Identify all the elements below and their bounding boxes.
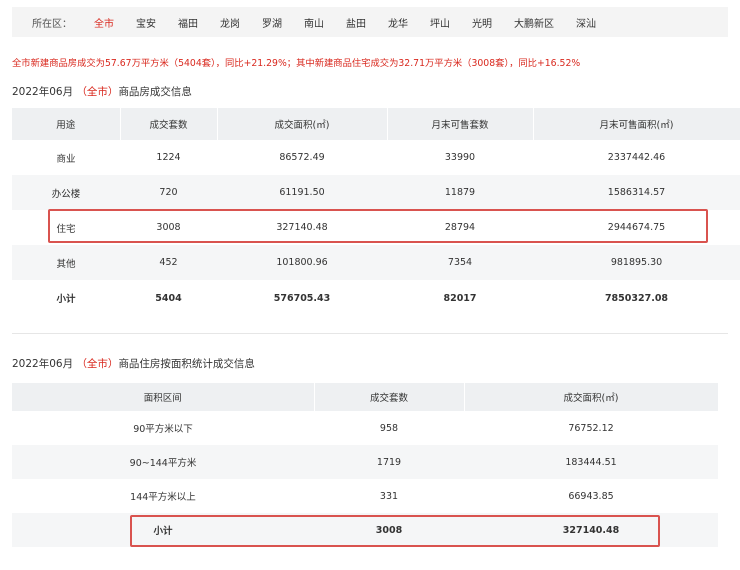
table-row: 商业 1224 86572.49 33990 2337442.46 <box>12 140 740 175</box>
table-cell: 144平方米以上 <box>130 492 196 503</box>
table-cell: 101800.96 <box>217 245 387 280</box>
section1-date: 2022年06月 <box>12 86 74 98</box>
district-pingshan[interactable]: 坪山 <box>430 15 450 30</box>
header-cell: 面积区间 <box>12 383 315 411</box>
district-filter-bar: 所在区： 全市 宝安 福田 龙岗 罗湖 南山 盐田 龙华 坪山 光明 大鹏新区 … <box>12 7 728 37</box>
table-cell: 66943.85 <box>568 490 614 502</box>
table-header-row: 面积区间 成交套数 成交面积(㎡) <box>12 383 719 411</box>
section-divider <box>12 333 728 334</box>
table-cell: 90~144平方米 <box>12 445 314 479</box>
table-cell: 86572.49 <box>279 152 325 163</box>
table-row: 90平方米以下 958 76752.12 <box>12 411 718 445</box>
table-cell: 3008 <box>314 513 464 547</box>
table-cell: 商业 <box>56 153 76 165</box>
table-cell: 327140.48 <box>276 222 328 233</box>
section2-scope: （全市） <box>76 358 119 370</box>
table-cell: 61191.50 <box>217 175 387 210</box>
housing-area-table: 面积区间 成交套数 成交面积(㎡) 90平方米以下 958 76752.12 9… <box>12 383 719 547</box>
header-cell: 成交面积(㎡) <box>217 108 388 140</box>
table-row: 144平方米以上 331 66943.85 <box>12 479 718 513</box>
section2-title: 2022年06月 （全市）商品住房按面积统计成交信息 <box>12 356 255 371</box>
district-guangming[interactable]: 光明 <box>472 15 492 30</box>
district-quanshi[interactable]: 全市 <box>94 15 114 30</box>
table-cell: 2944674.75 <box>607 222 666 233</box>
table-cell: 1719 <box>314 445 464 479</box>
table-cell: 小计 <box>56 294 76 305</box>
table-cell: 7850327.08 <box>604 292 669 304</box>
header-cell: 用途 <box>12 108 121 140</box>
table-cell: 958 <box>379 422 399 434</box>
table-cell: 3008 <box>156 222 181 233</box>
table-cell: 其他 <box>12 245 120 280</box>
table-cell: 720 <box>120 175 217 210</box>
district-dapeng[interactable]: 大鹏新区 <box>514 15 554 30</box>
table-cell: 981895.30 <box>533 245 740 280</box>
table-cell: 小计 <box>12 513 314 547</box>
summary-text: 全市新建商品房成交为57.67万平方米（5404套），同比+21.29%；其中新… <box>12 58 581 69</box>
table-cell: 1224 <box>156 152 181 163</box>
table-cell: 331 <box>379 490 399 502</box>
table-cell: 452 <box>120 245 217 280</box>
header-cell: 成交面积(㎡) <box>464 383 719 411</box>
district-yantian[interactable]: 盐田 <box>346 15 366 30</box>
table-header-row: 用途 成交套数 成交面积(㎡) 月末可售套数 月末可售面积(㎡) <box>12 108 740 140</box>
table-row-residential: 住宅 3008 327140.48 28794 2944674.75 <box>12 210 740 245</box>
table-cell: 11879 <box>387 175 533 210</box>
table-row: 90~144平方米 1719 183444.51 <box>12 445 718 479</box>
table-row: 其他 452 101800.96 7354 981895.30 <box>12 245 740 280</box>
table-cell: 1586314.57 <box>533 175 740 210</box>
table-row: 办公楼 720 61191.50 11879 1586314.57 <box>12 175 740 210</box>
table-cell: 28794 <box>444 222 476 233</box>
district-shenshan[interactable]: 深汕 <box>576 15 596 30</box>
header-cell: 成交套数 <box>314 383 465 411</box>
table-total-row: 小计 5404 576705.43 82017 7850327.08 <box>12 280 740 316</box>
commodity-housing-table: 用途 成交套数 成交面积(㎡) 月末可售套数 月末可售面积(㎡) 商业 1224… <box>12 108 740 316</box>
section1-scope: （全市） <box>76 86 119 98</box>
table-cell: 5404 <box>155 292 182 304</box>
district-nanshan[interactable]: 南山 <box>304 15 324 30</box>
district-longgang[interactable]: 龙岗 <box>220 15 240 30</box>
table-cell: 82017 <box>443 292 477 304</box>
table-cell: 327140.48 <box>464 513 718 547</box>
table-cell: 办公楼 <box>12 175 120 210</box>
district-futian[interactable]: 福田 <box>178 15 198 30</box>
table-cell: 2337442.46 <box>607 152 666 163</box>
table-cell: 7354 <box>387 245 533 280</box>
table-cell: 住宅 <box>56 223 76 235</box>
header-cell: 月末可售套数 <box>387 108 534 140</box>
table-cell: 183444.51 <box>464 445 718 479</box>
table-cell: 33990 <box>444 152 476 163</box>
header-cell: 成交套数 <box>120 108 218 140</box>
section2-title-text: 商品住房按面积统计成交信息 <box>118 358 255 370</box>
section2-date: 2022年06月 <box>12 358 74 370</box>
table-total-row: 小计 3008 327140.48 <box>12 513 718 547</box>
table-cell: 90平方米以下 <box>133 424 193 435</box>
district-longhua[interactable]: 龙华 <box>388 15 408 30</box>
table-cell: 76752.12 <box>568 422 614 434</box>
district-luohu[interactable]: 罗湖 <box>262 15 282 30</box>
header-cell: 月末可售面积(㎡) <box>533 108 740 140</box>
district-baoan[interactable]: 宝安 <box>136 15 156 30</box>
section1-title-text: 商品房成交信息 <box>118 86 192 98</box>
table-cell: 576705.43 <box>273 292 331 304</box>
section1-title: 2022年06月 （全市）商品房成交信息 <box>12 84 192 99</box>
district-filter-label: 所在区： <box>32 18 72 30</box>
